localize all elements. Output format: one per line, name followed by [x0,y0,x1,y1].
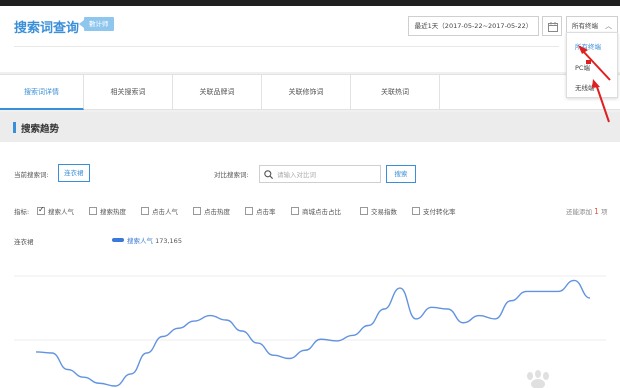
annotation-arrows [578,45,611,123]
